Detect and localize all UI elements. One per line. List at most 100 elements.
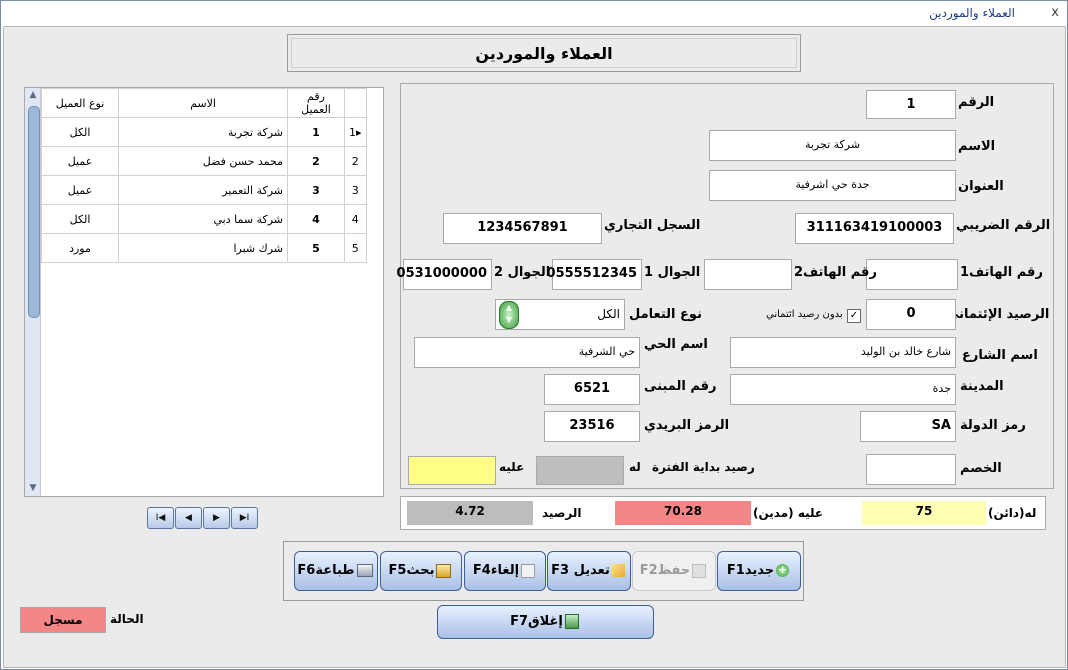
- client-area: العملاء والموردين ▲ ▼ نوع العميل الاسم ر…: [3, 26, 1066, 668]
- country-code-label: رمز الدولة: [960, 418, 1026, 433]
- cell-number: 3: [287, 175, 345, 205]
- discount-field[interactable]: [866, 454, 956, 485]
- phone1-field[interactable]: [866, 259, 958, 290]
- building-number-field[interactable]: 6521: [544, 374, 640, 405]
- table-row[interactable]: الكل شركة تجربة 1 1▸: [41, 117, 367, 147]
- name-label: الاسم: [958, 139, 996, 154]
- mobile1-field[interactable]: 0555512345: [547, 259, 642, 290]
- col-name[interactable]: الاسم: [118, 88, 288, 118]
- city-label: المدينة: [960, 379, 1004, 394]
- scroll-thumb[interactable]: [28, 106, 40, 318]
- grid-scrollbar[interactable]: ▲ ▼: [25, 88, 41, 496]
- country-code-field[interactable]: SA: [860, 411, 956, 442]
- row-selector[interactable]: 4: [344, 204, 367, 234]
- phone2-label: رقم الهاتف2: [794, 265, 877, 280]
- mobile1-label: الجوال 1: [644, 265, 701, 280]
- cell-name: شركة سما دبي: [118, 204, 288, 234]
- cell-number: 2: [287, 146, 345, 176]
- search-button[interactable]: بحثF5: [380, 551, 462, 591]
- cell-type: الكل: [41, 204, 119, 234]
- customers-table: نوع العميل الاسم رقم العميل الكل شركة تج…: [41, 88, 367, 263]
- new-button[interactable]: +جديدF1: [717, 551, 801, 591]
- page-header: العملاء والموردين: [287, 34, 801, 72]
- opening-credit-field[interactable]: [536, 456, 624, 485]
- opening-credit-label: له: [629, 460, 641, 474]
- mobile2-field[interactable]: 0531000000: [397, 259, 492, 290]
- window-title: العملاء والموردين: [929, 6, 1015, 20]
- col-customer-type[interactable]: نوع العميل: [41, 88, 119, 118]
- last-record-button[interactable]: ▶I: [231, 507, 258, 529]
- print-button[interactable]: طباعةF6: [294, 551, 378, 591]
- table-row[interactable]: الكل شركة سما دبي 4 4: [41, 204, 367, 234]
- save-icon: [692, 563, 707, 578]
- cancel-button-label: إلغاءF4: [472, 563, 520, 578]
- add-icon: +: [776, 563, 790, 577]
- first-record-button[interactable]: I◀: [147, 507, 174, 529]
- save-button[interactable]: حفظF2: [632, 551, 716, 591]
- main-window: العملاء والموردين x العملاء والموردين ▲ …: [0, 0, 1068, 670]
- cell-number: 1: [287, 117, 345, 147]
- balance-label: الرصيد: [542, 506, 582, 520]
- search-button-label: بحثF5: [388, 563, 435, 578]
- col-customer-number[interactable]: رقم العميل: [287, 88, 345, 118]
- row-selector[interactable]: 3: [344, 175, 367, 205]
- close-button[interactable]: إغلاقF7: [437, 605, 654, 639]
- row-selector[interactable]: 5: [344, 233, 367, 263]
- phone2-field[interactable]: [704, 259, 792, 290]
- credit-label: له(دائن): [988, 506, 1037, 520]
- cell-type: عميل: [41, 146, 119, 176]
- city-field[interactable]: جدة: [730, 374, 956, 405]
- discount-label: الخصم: [960, 461, 1002, 476]
- table-row[interactable]: مورد شرك شبرا 5 5: [41, 233, 367, 263]
- cell-name: محمد حسن فضل: [118, 146, 288, 176]
- cancel-button[interactable]: إلغاءF4: [464, 551, 546, 591]
- title-bar: العملاء والموردين x: [1, 1, 1067, 25]
- opening-debit-field[interactable]: [408, 456, 496, 485]
- street-field[interactable]: شارع خالد بن الوليد: [730, 337, 956, 368]
- edit-button[interactable]: تعديل F3: [547, 551, 631, 591]
- edit-button-label: تعديل F3: [551, 563, 610, 578]
- postal-code-field[interactable]: 23516: [544, 411, 640, 442]
- debit-label: عليه (مدين): [753, 506, 824, 520]
- name-field[interactable]: شركة تجربة: [709, 130, 956, 161]
- print-button-label: طباعةF6: [297, 563, 355, 578]
- tax-number-label: الرقم الضريبي: [956, 218, 1051, 233]
- edit-icon: [611, 564, 625, 577]
- tax-number-field[interactable]: 311163419100003: [795, 213, 954, 244]
- cell-type: الكل: [41, 117, 119, 147]
- dropdown-spin-icon[interactable]: ▲ ▼: [499, 301, 519, 329]
- next-record-button[interactable]: ▶: [203, 507, 230, 529]
- no-credit-checkbox[interactable]: ✓: [847, 309, 861, 323]
- street-label: اسم الشارع: [962, 348, 1038, 363]
- save-button-label: حفظF2: [639, 563, 691, 578]
- debit-value: 70.28: [615, 501, 751, 525]
- deal-type-label: نوع التعامل: [629, 307, 702, 322]
- close-icon[interactable]: x: [1051, 5, 1059, 20]
- commercial-register-field[interactable]: 1234567891: [443, 213, 602, 244]
- no-credit-label: بدون رصيد ائتماني: [766, 309, 843, 320]
- row-selector[interactable]: 2: [344, 146, 367, 176]
- status-label: الحالة: [110, 612, 144, 626]
- balance-value: 4.72: [407, 501, 533, 525]
- cell-name: شرك شبرا: [118, 233, 288, 263]
- cell-type: عميل: [41, 175, 119, 205]
- table-row[interactable]: عميل شركة التعمير 3 3: [41, 175, 367, 205]
- prev-record-button[interactable]: ◀: [175, 507, 202, 529]
- col-selector: [344, 88, 367, 118]
- opening-balance-label: رصيد بداية الفترة: [652, 460, 755, 474]
- number-field[interactable]: 1: [866, 90, 956, 119]
- status-badge: مسجل: [20, 607, 106, 633]
- row-selector[interactable]: 1▸: [344, 117, 367, 147]
- cell-name: شركة التعمير: [118, 175, 288, 205]
- district-field[interactable]: حي الشرفية: [414, 337, 640, 368]
- scroll-up-icon[interactable]: ▲: [27, 90, 39, 101]
- credit-limit-field[interactable]: 0: [866, 299, 956, 330]
- commercial-register-label: السجل التجاري: [604, 218, 701, 233]
- printer-icon: [356, 564, 373, 577]
- scroll-down-icon[interactable]: ▼: [27, 483, 39, 494]
- folder-search-icon: [436, 563, 452, 578]
- address-field[interactable]: جدة حي اشرفية: [709, 170, 956, 201]
- cancel-icon: [521, 563, 536, 578]
- credit-value: 75: [862, 501, 986, 525]
- table-row[interactable]: عميل محمد حسن فضل 2 2: [41, 146, 367, 176]
